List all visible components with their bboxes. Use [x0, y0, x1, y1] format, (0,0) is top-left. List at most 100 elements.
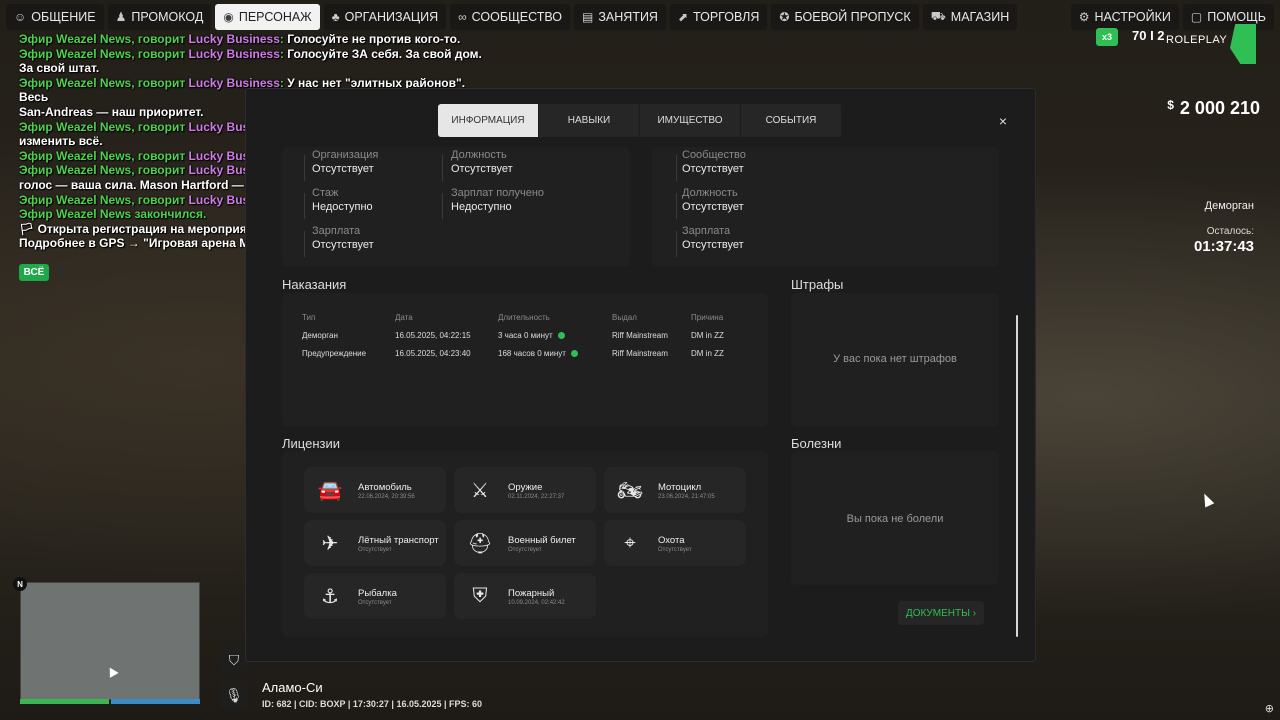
table-cell: Предупреждение: [302, 344, 395, 362]
crosshair-icon: ⌖: [624, 531, 636, 554]
pass-icon: ✪: [779, 10, 790, 24]
chat-segment: 🏳 Открыта регистрация на мероприя...: [19, 221, 257, 236]
license-name: Оружие: [508, 482, 543, 493]
license-item[interactable]: 🚘 Автомобиль 22.06.2024, 20:39:56: [304, 467, 446, 513]
license-item[interactable]: ⌖ Охота Отсутствует: [604, 520, 746, 566]
chat-segment: Lucky Business: [188, 32, 280, 46]
cart-icon: ⛟: [930, 9, 946, 23]
table-header: Дата: [395, 312, 413, 322]
currency-symbol: $: [1167, 98, 1174, 112]
license-date: Отсутствует: [358, 600, 392, 606]
modal-scrollbar[interactable]: [1016, 315, 1018, 637]
table-header: Выдал: [612, 312, 637, 322]
close-icon[interactable]: ×: [999, 113, 1007, 129]
location-pin-icon[interactable]: ⛉: [220, 646, 248, 674]
org-field-organization: Организация Отсутствует: [306, 149, 378, 175]
settings-small-icon: ⊕: [1264, 703, 1274, 715]
license-name: Лётный транспорт: [358, 535, 439, 546]
tab-1[interactable]: НАВЫКИ: [539, 104, 640, 137]
money-display: $2 000 210: [1167, 98, 1260, 119]
punishments-table: Тип Дата Длительность Выдал Причина Деморган 1…: [302, 308, 751, 362]
nav-button-left-1[interactable]: ♟ ПРОМОКОД: [107, 4, 212, 30]
minimap: N: [13, 577, 200, 700]
nav-button-left-0[interactable]: ☺ ОБЩЕНИЕ: [6, 4, 104, 30]
divider: [442, 193, 443, 219]
field-value: Отсутствует: [312, 239, 374, 251]
table-cell-text: 168 часов 0 минут: [498, 348, 566, 358]
license-item[interactable]: ⛑ Военный билет Отсутствует: [454, 520, 596, 566]
player-marker-icon: [105, 665, 119, 678]
nav-button-left-6[interactable]: ⬈ ТОРГОВЛЯ: [669, 4, 768, 30]
chat-segment: Эфир Weazel News, говорит: [19, 32, 189, 46]
license-item[interactable]: ⚓ Рыбалка Отсутствует: [304, 573, 446, 619]
tab-2[interactable]: ИМУЩЕСТВО: [640, 104, 741, 137]
logo-mark-icon: [1230, 24, 1256, 64]
status-dot-icon[interactable]: [557, 331, 565, 339]
license-name: Автомобиль: [358, 482, 412, 493]
chat-line: Эфир Weazel News, говорит Lucky Business…: [19, 32, 489, 47]
field-label: Зарплата: [312, 225, 361, 237]
table-header: Причина: [691, 312, 724, 322]
table-cell-text: Деморган: [302, 330, 338, 340]
org-icon: ♣: [331, 10, 340, 24]
chat-segment: Эфир Weazel News, говорит: [19, 163, 189, 178]
field-label: Сообщество: [682, 149, 746, 161]
nav-button-label: ПЕРСОНАЖ: [238, 10, 312, 24]
nav-button-left-4[interactable]: ∞ СООБЩЕСТВО: [450, 4, 571, 30]
license-name: Мотоцикл: [658, 482, 702, 493]
table-cell: DM in ZZ: [691, 344, 751, 362]
location-name: Аламо-Си: [262, 680, 323, 695]
chat-segment: Lucky Business: [188, 46, 280, 61]
license-item[interactable]: ✈ Лётный транспорт Отсутствует: [304, 520, 446, 566]
status-dot-icon[interactable]: [570, 349, 578, 357]
table-cell: 16.05.2025, 04:23:40: [395, 344, 498, 362]
divider: [304, 231, 305, 257]
documents-button[interactable]: ДОКУМЕНТЫ ›: [898, 601, 984, 625]
field-label: Стаж: [312, 187, 339, 199]
license-date: Отсутствует: [508, 547, 542, 553]
organization-card: Организация Отсутствует Должность Отсутс…: [282, 147, 630, 267]
tab-3[interactable]: СОБЫТИЯ: [741, 104, 842, 137]
nav-button-label: ТОРГОВЛЯ: [693, 10, 760, 24]
chat-line: За свой штат.: [19, 61, 489, 76]
table-cell-text: 3 часа 0 минут: [498, 330, 553, 340]
chat-segment: голос — ваша сила. Mason Hartford — в...: [19, 177, 265, 192]
chat-segment: Эфир Weazel News, говорит: [19, 192, 189, 207]
modal-tabs: ИНФОРМАЦИЯ НАВЫКИ ИМУЩЕСТВО СОБЫТИЯ: [438, 104, 842, 137]
health-bar: [20, 699, 109, 704]
community-card: Сообщество Отсутствует Должность Отсутст…: [652, 147, 999, 267]
nav-button-left-3[interactable]: ♣ ОРГАНИЗАЦИЯ: [323, 4, 447, 30]
nav-button-left-2[interactable]: ◉ ПЕРСОНАЖ: [215, 4, 320, 30]
microphone-icon[interactable]: 🎙: [220, 681, 248, 709]
nav-button-left-8[interactable]: ⛟ МАГАЗИН: [922, 4, 1018, 30]
field-label: Зарплат получено: [451, 187, 545, 199]
armor-bar: [111, 699, 200, 704]
license-date: 22.06.2024, 20:39:56: [358, 494, 415, 500]
user-icon: ◉: [223, 10, 234, 24]
license-item[interactable]: ⚔ Оружие 02.11.2024, 22:27:37: [454, 467, 596, 513]
book-icon: ▤: [582, 10, 594, 24]
field-label: Зарплата: [682, 225, 731, 237]
fire-shield-icon: ⛨: [472, 584, 488, 607]
nav-button-left-5[interactable]: ▤ ЗАНЯТИЯ: [574, 4, 666, 30]
table-cell: DM in ZZ: [691, 326, 751, 344]
table-cell-text: 16.05.2025, 04:23:40: [395, 348, 471, 358]
field-value: Отсутствует: [682, 163, 744, 175]
license-item[interactable]: 🏍 Мотоцикл 23.06.2024, 21:47:05: [604, 467, 746, 513]
chat-segment: Эфир Weazel News, говорит: [19, 119, 189, 134]
chat-all-button[interactable]: ВСЁ: [19, 264, 49, 281]
field-value: Отсутствует: [682, 201, 744, 213]
nav-button-label: БОЕВОЙ ПРОПУСК: [794, 10, 911, 24]
license-name: Пожарный: [508, 588, 555, 599]
fines-empty-text: У вас пока нет штрафов: [833, 353, 957, 365]
nav-button-left-7[interactable]: ✪ БОЕВОЙ ПРОПУСК: [771, 4, 919, 30]
nav-button-label: ЗАНЯТИЯ: [598, 10, 658, 24]
chat-segment: Эфир Weazel News закончился.: [19, 207, 207, 222]
character-modal: ИНФОРМАЦИЯ НАВЫКИ ИМУЩЕСТВО СОБЫТИЯ × Орган…: [245, 88, 1036, 662]
license-date: 02.11.2024, 22:27:37: [508, 494, 565, 500]
tab-0[interactable]: ИНФОРМАЦИЯ: [438, 104, 539, 137]
table-cell-text: Riff Mainstream: [612, 330, 668, 340]
nav-button-label: ПРОМОКОД: [131, 10, 204, 24]
license-item[interactable]: ⛨ Пожарный 10.09.2024, 02:42:42: [454, 573, 596, 619]
table-cell-text: 16.05.2025, 04:22:15: [395, 330, 471, 340]
